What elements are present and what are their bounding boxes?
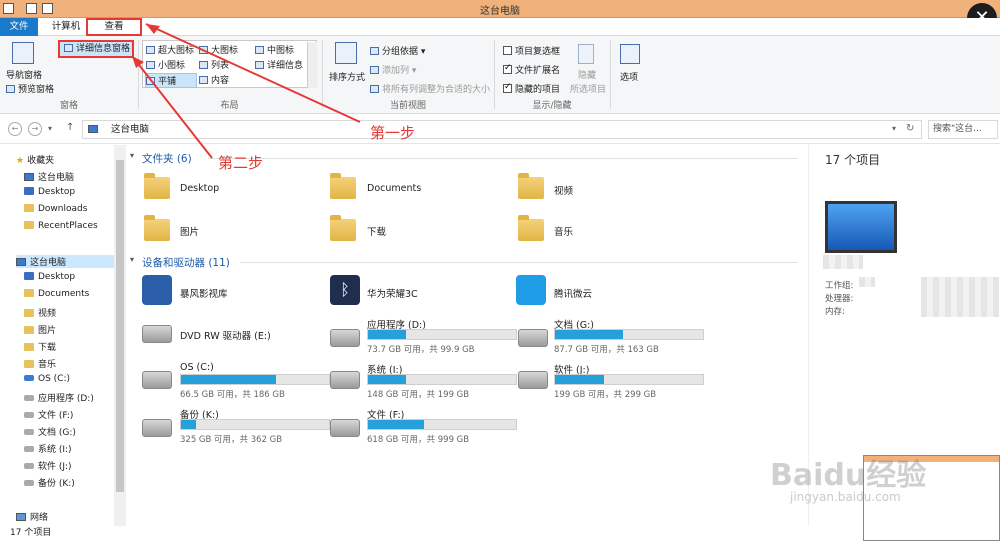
annotation-arrow-step2 xyxy=(131,55,213,159)
baidu-watermark: Baidu经验 xyxy=(770,458,927,493)
baidu-watermark-url: jingyan.baidu.com xyxy=(790,490,901,504)
annotation-step1: 第一步 xyxy=(370,124,416,142)
annotation-arrow-step1 xyxy=(145,23,361,123)
annotation-step2: 第二步 xyxy=(218,154,264,172)
annotation-arrowhead xyxy=(132,56,144,68)
